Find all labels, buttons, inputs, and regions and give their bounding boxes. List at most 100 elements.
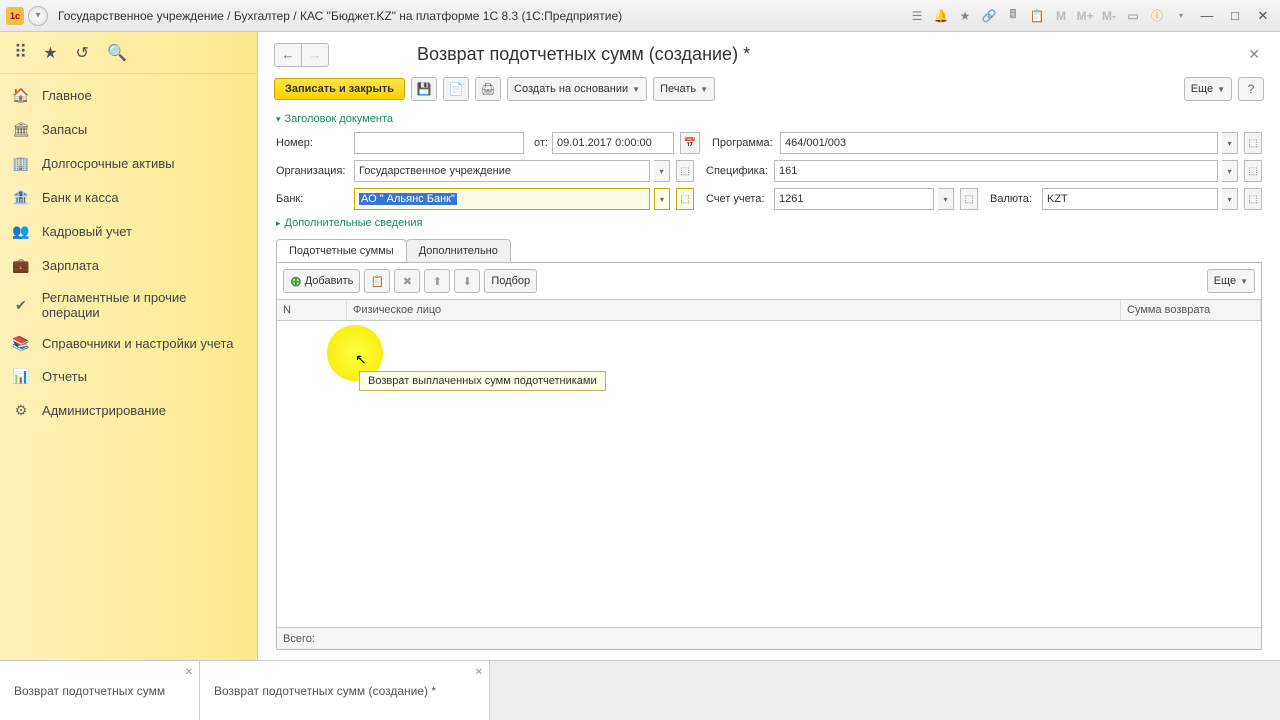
bottom-tab-2[interactable]: Возврат подотчетных сумм (создание) * ✕: [200, 661, 490, 720]
tb-icon-2[interactable]: 🔔: [932, 7, 950, 25]
table-toolbar: ⊕Добавить 📋 ✖ ⬆ ⬇ Подбор Еще▼: [277, 263, 1261, 299]
program-open[interactable]: ⬚: [1244, 132, 1262, 154]
sidebar-item-stocks[interactable]: 🏛Запасы: [0, 112, 257, 146]
spec-input[interactable]: 161: [774, 160, 1218, 182]
currency-open[interactable]: ⬚: [1244, 188, 1262, 210]
section-doc-header[interactable]: ▾ Заголовок документа: [258, 109, 1280, 129]
star-icon[interactable]: ★: [956, 7, 974, 25]
tb-icon-1[interactable]: ☰: [908, 7, 926, 25]
history-icon[interactable]: ↺: [76, 43, 89, 63]
tooltip: Возврат выплаченных сумм подотчетниками: [359, 371, 606, 391]
currency-dd[interactable]: ▾: [1222, 188, 1238, 210]
info-dd-icon[interactable]: ▾: [1172, 7, 1190, 25]
save-icon-button[interactable]: 💾: [411, 77, 437, 101]
sidebar-item-bank[interactable]: 🏦Банк и касса: [0, 180, 257, 214]
sidebar-item-salary[interactable]: 💼Зарплата: [0, 248, 257, 282]
move-up-button[interactable]: ⬆: [424, 269, 450, 293]
content: ← → Возврат подотчетных сумм (создание) …: [258, 32, 1280, 660]
tab-extra[interactable]: Дополнительно: [406, 239, 511, 262]
bank-open[interactable]: ⬚: [676, 188, 694, 210]
org-open[interactable]: ⬚: [676, 160, 694, 182]
memory-m[interactable]: M: [1052, 7, 1070, 25]
sidebar-top: ⠿ ★ ↺ 🔍: [0, 32, 257, 74]
sidebar-item-refs[interactable]: 📚Справочники и настройки учета: [0, 328, 257, 359]
app-logo-icon: 1c: [6, 7, 24, 25]
nav-forward-button[interactable]: →: [301, 43, 329, 67]
titlebar: 1c ▾ Государственное учреждение / Бухгал…: [0, 0, 1280, 32]
sidebar-item-hr[interactable]: 👥Кадровый учет: [0, 214, 257, 248]
bank-input[interactable]: АО " Альянс Банк": [354, 188, 650, 210]
favorites-icon[interactable]: ★: [43, 43, 57, 63]
bank-dd[interactable]: ▾: [654, 188, 670, 210]
account-input[interactable]: 1261: [774, 188, 934, 210]
memory-m-plus[interactable]: M+: [1076, 7, 1094, 25]
help-button[interactable]: ?: [1238, 77, 1264, 101]
refs-icon: 📚: [12, 336, 30, 351]
print-button[interactable]: Печать▼: [653, 77, 715, 101]
program-input[interactable]: 464/001/003: [780, 132, 1218, 154]
memory-m-minus[interactable]: M-: [1100, 7, 1118, 25]
main-area: ⠿ ★ ↺ 🔍 🏠Главное 🏛Запасы 🏢Долгосрочные а…: [0, 32, 1280, 660]
doc-icon-button[interactable]: 📄: [443, 77, 469, 101]
col-sum[interactable]: Сумма возврата: [1121, 300, 1261, 320]
table-more-button[interactable]: Еще▼: [1207, 269, 1255, 293]
total-label: Всего:: [283, 633, 315, 645]
program-dd[interactable]: ▾: [1222, 132, 1238, 154]
minimize-button[interactable]: —: [1196, 7, 1218, 25]
close-icon[interactable]: ✕: [475, 667, 483, 678]
sidebar-item-reports[interactable]: 📊Отчеты: [0, 359, 257, 393]
col-person[interactable]: Физическое лицо: [347, 300, 1121, 320]
spec-open[interactable]: ⬚: [1244, 160, 1262, 182]
save-close-button[interactable]: Записать и закрыть: [274, 78, 405, 100]
apps-icon[interactable]: ⠿: [14, 42, 25, 63]
assets-icon: 🏢: [12, 155, 30, 172]
section-extra[interactable]: ▸ Дополнительные сведения: [258, 213, 1280, 233]
table-container: ⊕Добавить 📋 ✖ ⬆ ⬇ Подбор Еще▼ N Физическ…: [276, 262, 1262, 650]
date-input[interactable]: 09.01.2017 0:00:00: [552, 132, 674, 154]
search-icon[interactable]: 🔍: [107, 43, 127, 63]
page-close-button[interactable]: ✕: [1244, 42, 1264, 67]
nav-back-button[interactable]: ←: [274, 43, 302, 67]
panel-icon[interactable]: ▭: [1124, 7, 1142, 25]
info-icon[interactable]: ⓘ: [1148, 7, 1166, 25]
move-down-button[interactable]: ⬇: [454, 269, 480, 293]
window-title: Государственное учреждение / Бухгалтер /…: [58, 9, 904, 23]
delete-button[interactable]: ✖: [394, 269, 420, 293]
org-input[interactable]: Государственное учреждение: [354, 160, 650, 182]
org-dd[interactable]: ▾: [654, 160, 670, 182]
account-dd[interactable]: ▾: [938, 188, 954, 210]
salary-icon: 💼: [12, 257, 30, 274]
calendar-icon[interactable]: 📋: [1028, 7, 1046, 25]
more-button[interactable]: Еще▼: [1184, 77, 1232, 101]
link-icon[interactable]: 🔗: [980, 7, 998, 25]
bottom-tab-1[interactable]: Возврат подотчетных сумм ✕: [0, 661, 200, 720]
bottom-tabs: Возврат подотчетных сумм ✕ Возврат подот…: [0, 660, 1280, 720]
sidebar-item-assets[interactable]: 🏢Долгосрочные активы: [0, 146, 257, 180]
add-button[interactable]: ⊕Добавить: [283, 269, 360, 293]
number-input[interactable]: [354, 132, 524, 154]
tree-icon-button[interactable]: 🖨: [475, 77, 501, 101]
table-body[interactable]: ↖ Возврат выплаченных сумм подотчетникам…: [277, 321, 1261, 627]
copy-button[interactable]: 📋: [364, 269, 390, 293]
tabs: Подотчетные суммы Дополнительно: [258, 233, 1280, 262]
calendar-button[interactable]: 📅: [680, 132, 700, 154]
account-open[interactable]: ⬚: [960, 188, 978, 210]
close-icon[interactable]: ✕: [185, 667, 193, 678]
tab-sums[interactable]: Подотчетные суммы: [276, 239, 407, 262]
col-n[interactable]: N: [277, 300, 347, 320]
nav-back-circle[interactable]: ▾: [28, 6, 48, 26]
sidebar-label: Отчеты: [42, 369, 87, 384]
sidebar-item-ops[interactable]: ✔Регламентные и прочие операции: [0, 282, 257, 328]
select-button[interactable]: Подбор: [484, 269, 537, 293]
currency-input[interactable]: KZT: [1042, 188, 1218, 210]
form-row-2: Организация: Государственное учреждение …: [258, 157, 1280, 185]
sidebar-label: Главное: [42, 88, 92, 103]
sidebar-item-admin[interactable]: ⚙Администрирование: [0, 393, 257, 427]
spec-dd[interactable]: ▾: [1222, 160, 1238, 182]
maximize-button[interactable]: □: [1224, 7, 1246, 25]
calc-icon[interactable]: 🖩: [1004, 7, 1022, 25]
create-based-button[interactable]: Создать на основании▼: [507, 77, 647, 101]
close-button[interactable]: ✕: [1252, 7, 1274, 25]
sidebar-item-main[interactable]: 🏠Главное: [0, 78, 257, 112]
toolbar: Записать и закрыть 💾 📄 🖨 Создать на осно…: [258, 73, 1280, 109]
